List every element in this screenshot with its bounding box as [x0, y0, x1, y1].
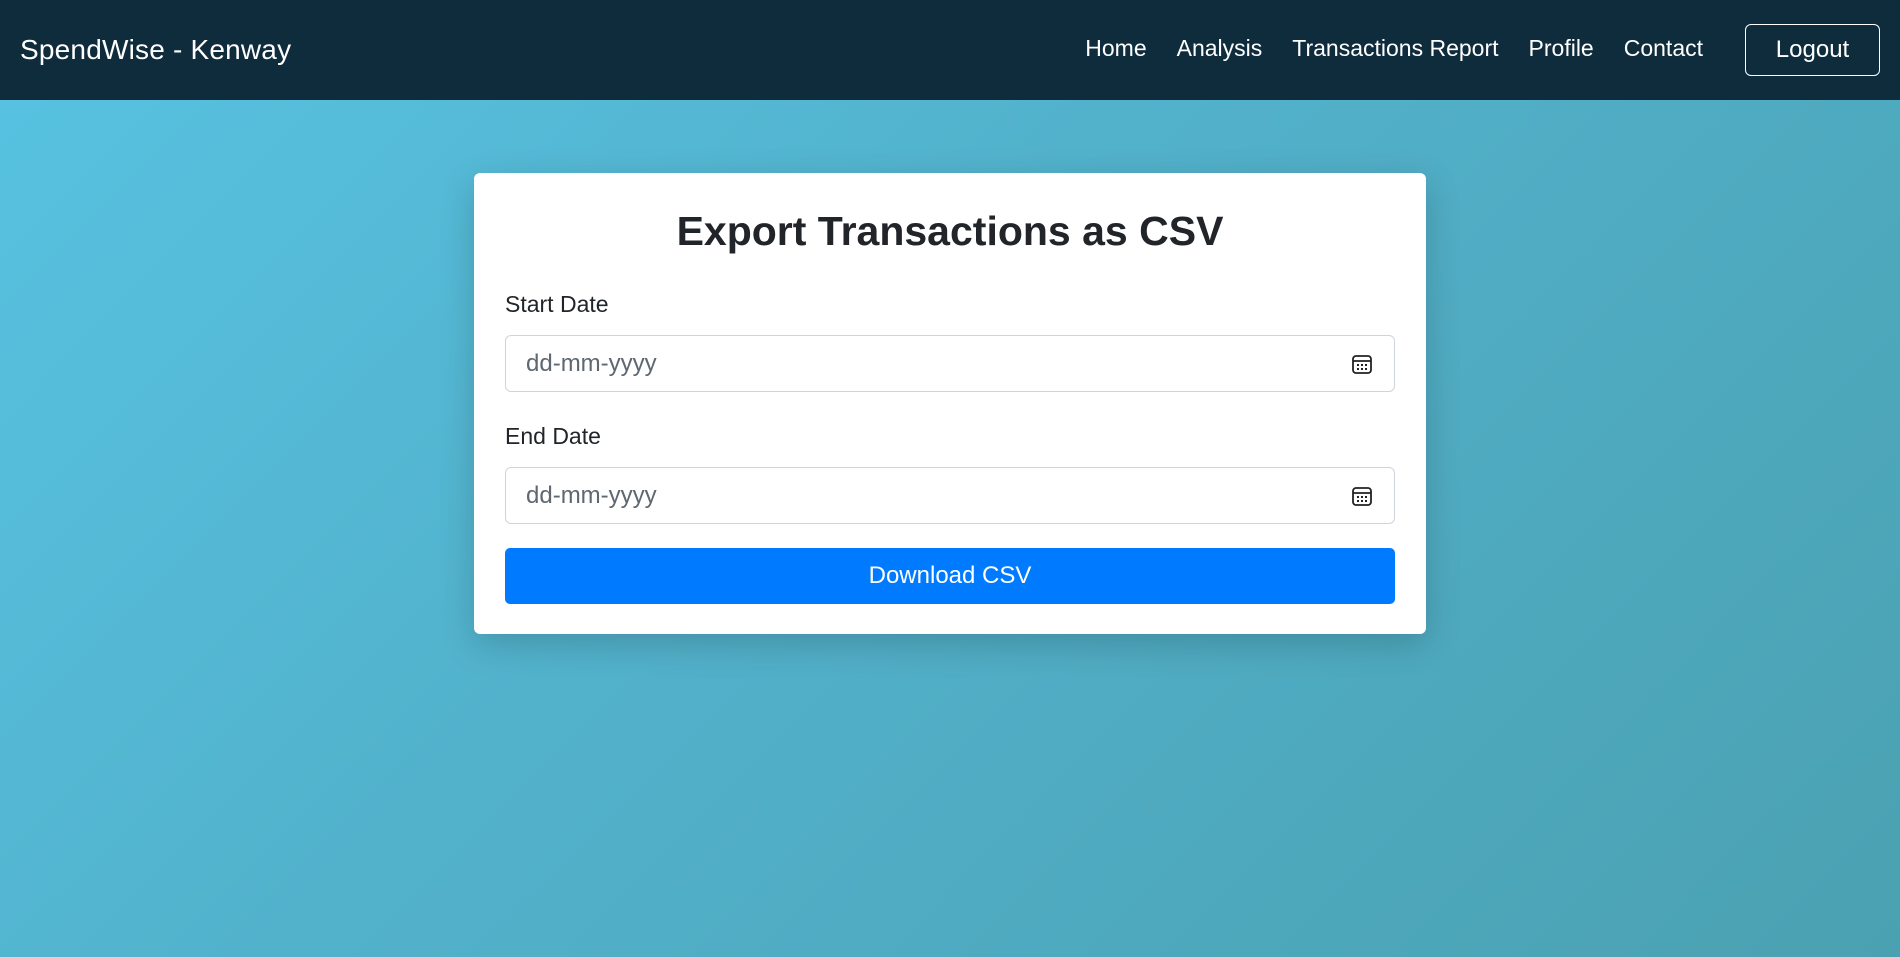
logout-button[interactable]: Logout	[1745, 24, 1880, 76]
nav-links: Home Analysis Transactions Report Profil…	[1085, 35, 1703, 62]
start-date-input[interactable]	[526, 349, 1306, 378]
calendar-icon[interactable]	[1350, 484, 1374, 508]
end-date-field[interactable]	[505, 467, 1395, 524]
end-date-input[interactable]	[526, 481, 1306, 510]
nav-right: Home Analysis Transactions Report Profil…	[1085, 24, 1880, 76]
nav-link-transactions-report[interactable]: Transactions Report	[1292, 35, 1498, 62]
start-date-label: Start Date	[505, 291, 609, 317]
nav-link-contact[interactable]: Contact	[1624, 35, 1703, 62]
end-date-label: End Date	[505, 423, 601, 449]
navbar: SpendWise - Kenway Home Analysis Transac…	[0, 0, 1900, 100]
start-date-field[interactable]	[505, 335, 1395, 392]
brand-name[interactable]: SpendWise - Kenway	[20, 34, 291, 66]
nav-link-home[interactable]: Home	[1085, 35, 1146, 62]
nav-link-analysis[interactable]: Analysis	[1177, 35, 1263, 62]
page-title: Export Transactions as CSV	[676, 208, 1224, 254]
download-csv-button[interactable]: Download CSV	[505, 548, 1395, 604]
calendar-icon[interactable]	[1350, 352, 1374, 376]
nav-link-profile[interactable]: Profile	[1529, 35, 1594, 62]
export-card: Export Transactions as CSV Start Date En…	[474, 173, 1426, 634]
